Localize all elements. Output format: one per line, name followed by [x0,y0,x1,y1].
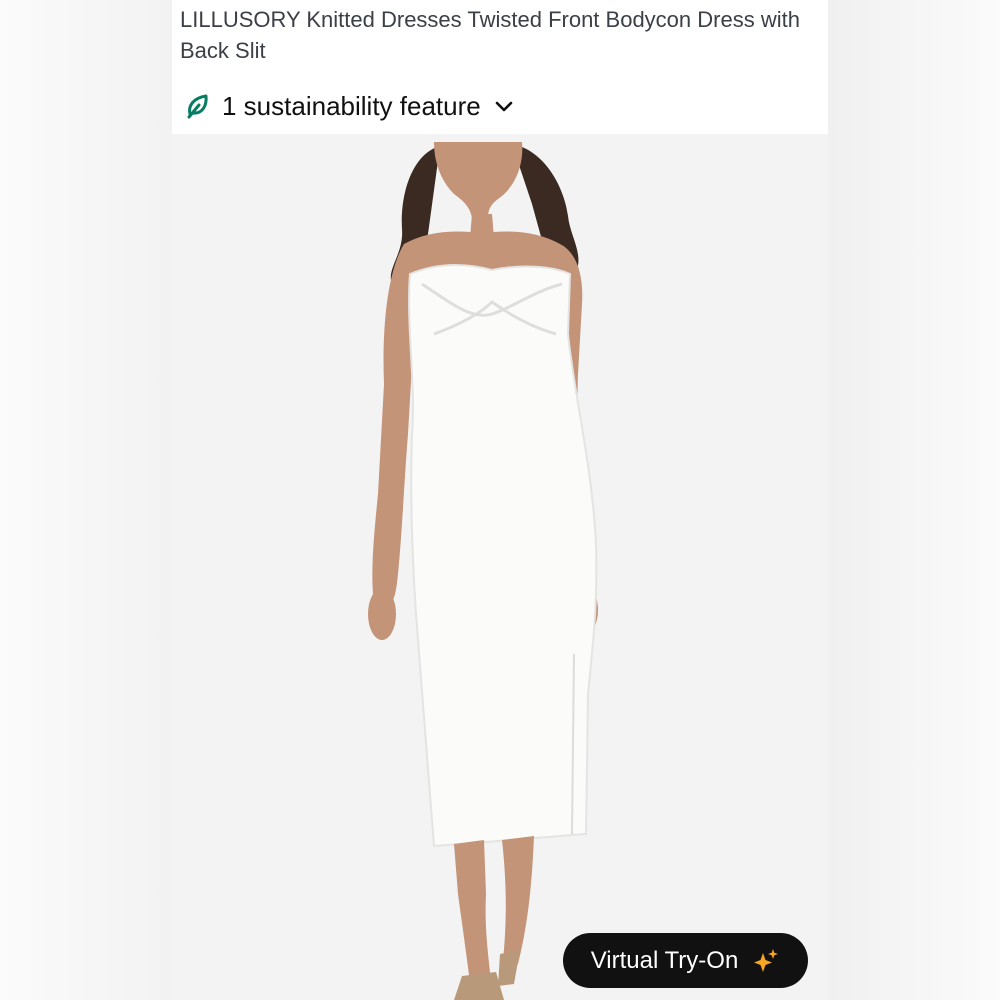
product-screen: LILLUSORY Knitted Dresses Twisted Front … [172,0,828,1000]
leaf-icon [184,92,212,120]
sparkle-icon [752,947,780,975]
side-background-left [0,0,172,1000]
sustainability-feature-toggle[interactable]: 1 sustainability feature [184,86,515,126]
chevron-down-icon [493,95,515,117]
product-title: LILLUSORY Knitted Dresses Twisted Front … [180,7,800,63]
side-background-right [828,0,1000,1000]
virtual-try-on-button[interactable]: Virtual Try-On [563,933,808,988]
product-image[interactable] [172,134,828,1000]
virtual-try-on-label: Virtual Try-On [590,946,739,974]
dress-photo-illustration [172,134,828,1000]
sustainability-label: 1 sustainability feature [222,90,481,121]
